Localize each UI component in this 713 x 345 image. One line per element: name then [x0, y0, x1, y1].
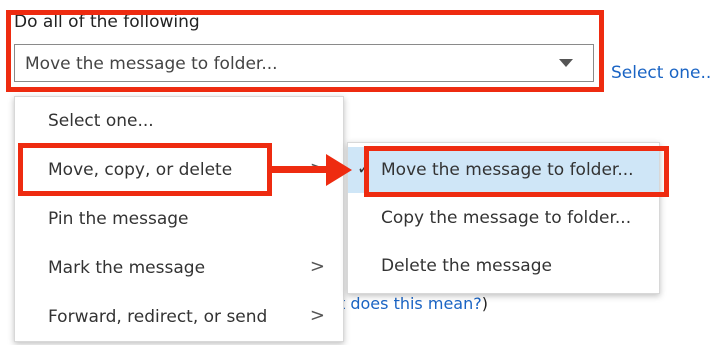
menu-item-label: Move, copy, or delete [48, 160, 233, 180]
submenu-item-copy-to-folder[interactable]: Copy the message to folder... [348, 195, 659, 241]
chevron-down-icon[interactable] [559, 59, 573, 67]
chevron-right-icon: > [309, 256, 325, 277]
check-icon: ✓ [357, 159, 372, 179]
rule-editor: Do all of the following Move the message… [0, 0, 713, 345]
help-link[interactable]: t does this mean?) [339, 294, 488, 313]
action-dropdown[interactable]: Move the message to folder... [14, 44, 594, 82]
menu-item-mark-message[interactable]: Mark the message > [15, 244, 343, 293]
submenu-item-label: Delete the message [381, 256, 552, 276]
menu-item-forward-redirect-send[interactable]: Forward, redirect, or send > [15, 293, 343, 342]
help-link-text[interactable]: t does this mean? [339, 294, 482, 313]
menu-item-label: Mark the message [48, 258, 206, 278]
annotation-arrow-shaft [272, 166, 334, 173]
section-label: Do all of the following [14, 12, 200, 32]
menu-item-select-one[interactable]: Select one... [15, 97, 343, 146]
menu-item-label: Pin the message [48, 209, 189, 229]
dropdown-value: Move the message to folder... [25, 54, 278, 74]
menu-item-pin-message[interactable]: Pin the message [15, 195, 343, 244]
submenu-item-move-to-folder[interactable]: ✓ Move the message to folder... [348, 147, 659, 193]
move-copy-delete-submenu: ✓ Move the message to folder... Copy the… [347, 142, 660, 294]
annotation-arrow-head [326, 154, 352, 186]
submenu-item-delete-message[interactable]: Delete the message [348, 243, 659, 289]
submenu-item-label: Copy the message to folder... [381, 208, 632, 228]
help-link-paren: ) [481, 294, 488, 313]
menu-item-label: Forward, redirect, or send [48, 307, 268, 327]
submenu-item-label: Move the message to folder... [381, 160, 634, 180]
menu-item-label: Select one... [48, 111, 154, 131]
action-menu: Select one... Move, copy, or delete > Pi… [14, 96, 344, 342]
select-one-link[interactable]: Select one... [611, 63, 713, 83]
chevron-right-icon: > [309, 305, 325, 326]
